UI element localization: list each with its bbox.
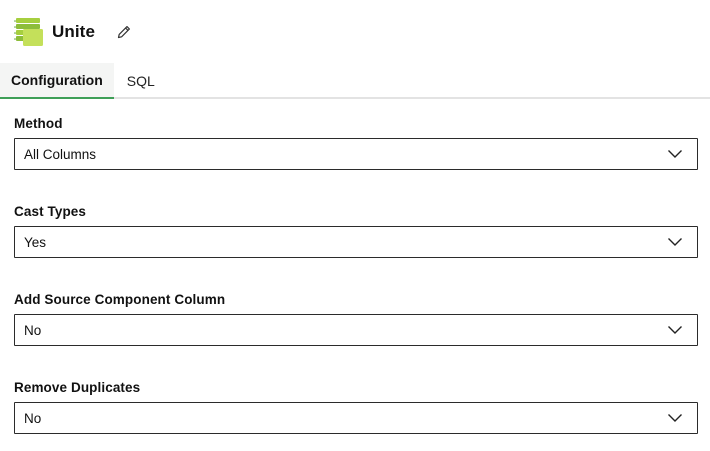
edit-title-button[interactable] xyxy=(115,23,133,41)
cast-types-select[interactable]: Yes xyxy=(14,226,698,258)
remove-duplicates-field: Remove Duplicates No xyxy=(14,380,698,434)
method-field: Method All Columns xyxy=(14,116,698,170)
chevron-down-icon xyxy=(668,414,682,422)
tab-bar: Configuration SQL xyxy=(0,63,710,99)
pencil-icon xyxy=(117,26,130,39)
cast-types-value: Yes xyxy=(24,234,47,250)
panel-header: Unite xyxy=(14,16,133,48)
cast-types-field: Cast Types Yes xyxy=(14,204,698,258)
add-source-column-field: Add Source Component Column No xyxy=(14,292,698,346)
cast-types-label: Cast Types xyxy=(14,204,87,219)
chevron-down-icon xyxy=(668,326,682,334)
remove-duplicates-select[interactable]: No xyxy=(14,402,698,434)
remove-duplicates-label: Remove Duplicates xyxy=(14,380,141,395)
chevron-down-icon xyxy=(668,150,682,158)
tab-configuration[interactable]: Configuration xyxy=(0,63,114,99)
add-source-column-label: Add Source Component Column xyxy=(14,292,226,307)
method-value: All Columns xyxy=(24,146,97,162)
component-panel: Unite Configuration SQL Method All Colum… xyxy=(0,0,710,451)
chevron-down-icon xyxy=(668,238,682,246)
stacked-tables-icon xyxy=(14,18,43,46)
add-source-column-value: No xyxy=(24,322,42,338)
add-source-column-select[interactable]: No xyxy=(14,314,698,346)
method-label: Method xyxy=(14,116,63,131)
tab-sql[interactable]: SQL xyxy=(114,63,168,99)
component-title: Unite xyxy=(52,22,95,41)
remove-duplicates-value: No xyxy=(24,410,42,426)
method-select[interactable]: All Columns xyxy=(14,138,698,170)
